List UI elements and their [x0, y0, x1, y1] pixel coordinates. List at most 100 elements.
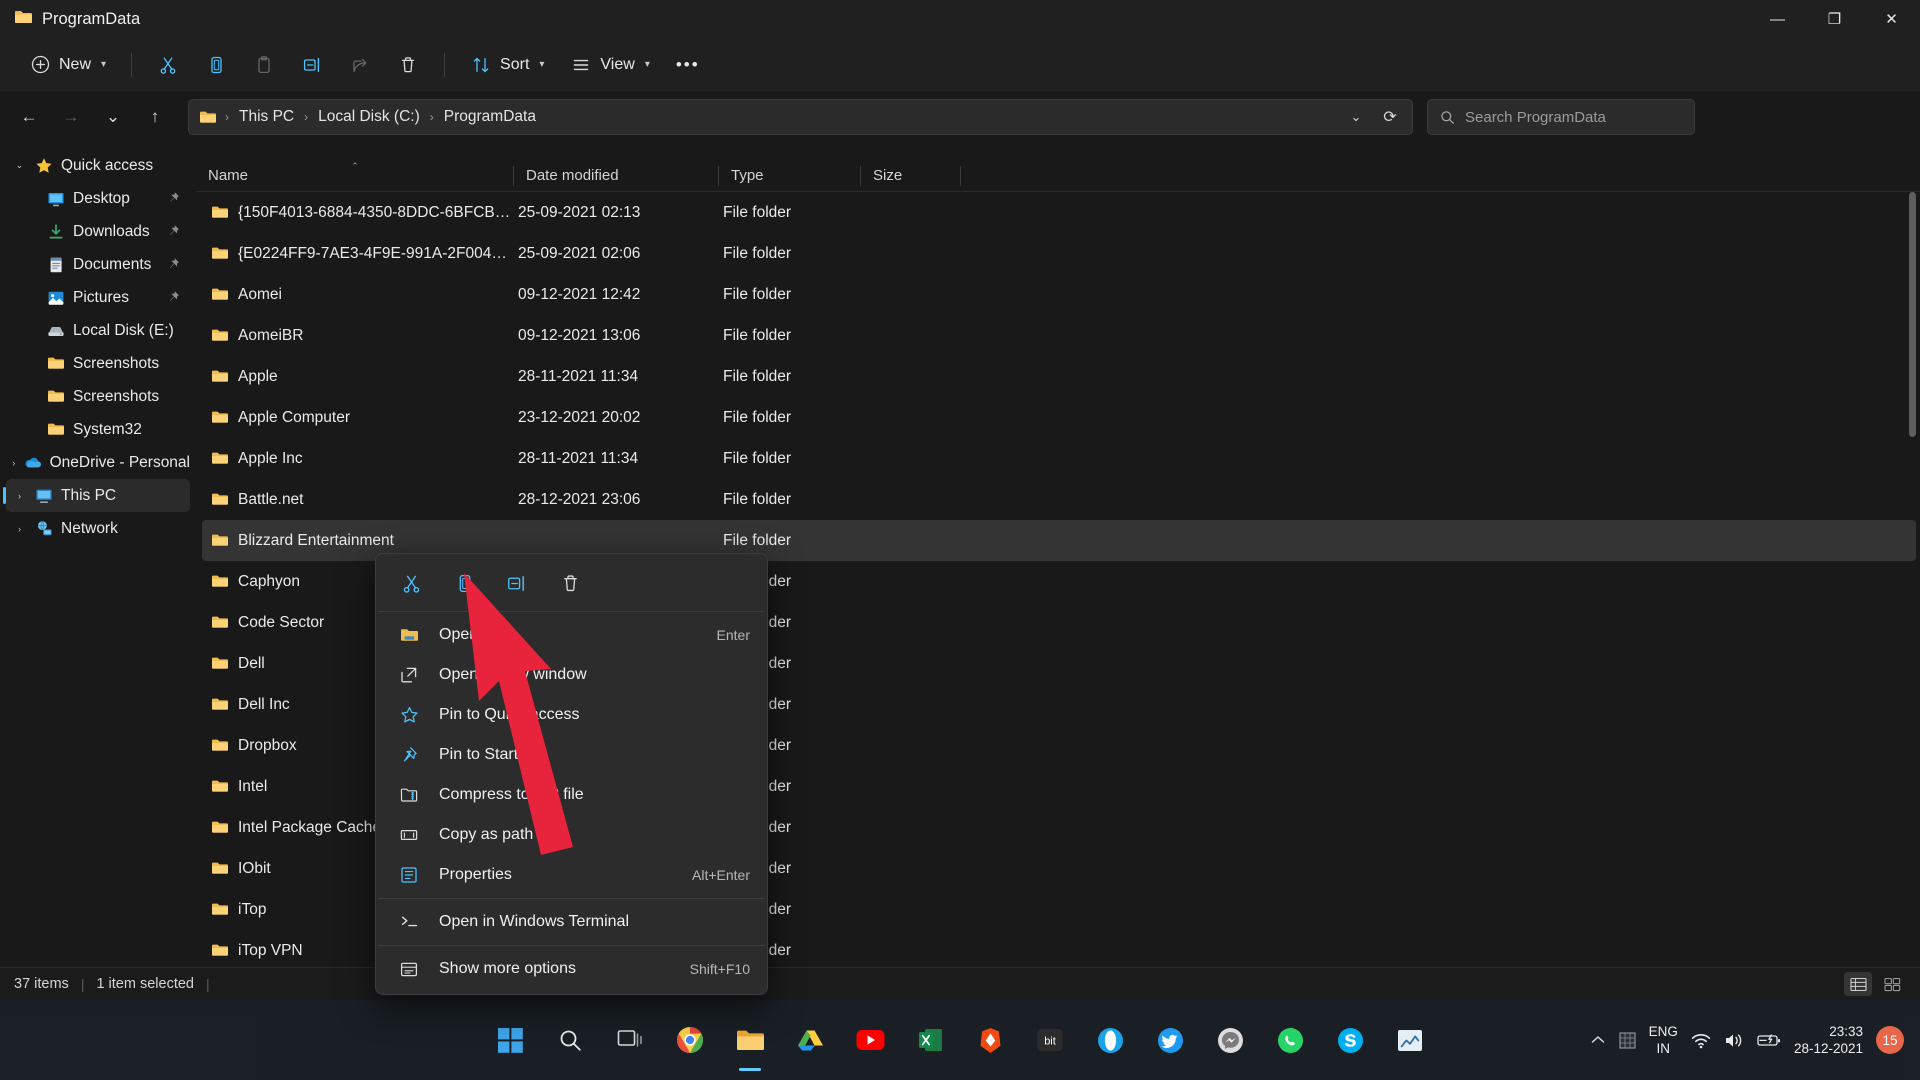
expand-arrow-icon[interactable]: › [12, 491, 27, 501]
file-explorer-icon[interactable] [725, 1015, 775, 1065]
folder-icon [199, 110, 217, 125]
address-dropdown-button[interactable]: ⌄ [1340, 102, 1372, 132]
context-copy-button[interactable] [439, 564, 489, 602]
sort-button[interactable]: Sort ▾ [459, 45, 555, 85]
address-bar[interactable]: › This PC › Local Disk (C:) › ProgramDat… [188, 99, 1413, 135]
sidebar-item-local-disk-e[interactable]: Local Disk (E:) [6, 314, 190, 347]
search-box[interactable]: Search ProgramData [1427, 99, 1695, 135]
table-row[interactable]: Battle.net 28-12-2021 23:06 File folder [202, 479, 1916, 520]
refresh-button[interactable]: ⟳ [1374, 102, 1406, 132]
drive-icon[interactable] [785, 1015, 835, 1065]
copy-button[interactable] [194, 45, 238, 85]
battery-icon[interactable] [1757, 1033, 1781, 1048]
context-menu-item-copy-as-path[interactable]: Copy as path [379, 815, 764, 855]
table-row[interactable]: AomeiBR 09-12-2021 13:06 File folder [202, 315, 1916, 356]
sidebar-item-this-pc[interactable]: › This PC [3, 479, 190, 512]
excel-icon[interactable] [905, 1015, 955, 1065]
messenger-icon[interactable] [1205, 1015, 1255, 1065]
scrollbar-thumb[interactable] [1909, 192, 1916, 437]
share-button[interactable] [338, 45, 382, 85]
table-row[interactable]: Apple Inc 28-11-2021 11:34 File folder [202, 438, 1916, 479]
table-row[interactable]: Apple Computer 23-12-2021 20:02 File folde… [202, 397, 1916, 438]
search-input[interactable]: Search ProgramData [1465, 109, 1606, 126]
maximize-button[interactable]: ❐ [1806, 0, 1863, 38]
table-row[interactable]: Aomei 09-12-2021 12:42 File folder [202, 274, 1916, 315]
volume-icon[interactable] [1724, 1032, 1744, 1049]
sidebar-item-screenshots[interactable]: Screenshots [6, 380, 190, 413]
type-cell: File folder [723, 244, 792, 262]
context-menu-item-open[interactable]: Open Enter [379, 615, 764, 655]
breadcrumb-item-programdata[interactable]: ProgramData [438, 104, 542, 130]
column-header-date-modified[interactable]: Date modified [514, 160, 719, 192]
context-delete-button[interactable] [545, 564, 595, 602]
delete-button[interactable] [386, 45, 430, 85]
clock[interactable]: 23:33 28-12-2021 [1794, 1023, 1863, 1057]
notification-badge[interactable]: 15 [1876, 1026, 1904, 1054]
view-button[interactable]: View ▾ [559, 45, 660, 85]
task-view-icon[interactable] [605, 1015, 655, 1065]
context-menu-item-label: Pin to Start [439, 746, 519, 763]
details-view-button[interactable] [1844, 972, 1872, 996]
start-icon[interactable] [485, 1015, 535, 1065]
up-button[interactable]: ↑ [136, 100, 174, 134]
context-menu-item-open-in-new-window[interactable]: Open in new window [379, 655, 764, 695]
expand-arrow-icon[interactable]: › [12, 524, 27, 534]
search-icon[interactable] [545, 1015, 595, 1065]
context-menu-item-pin-to-quick-access[interactable]: Pin to Quick access [379, 695, 764, 735]
column-header-size[interactable]: Size [861, 160, 961, 192]
sidebar-item-desktop[interactable]: Desktop [6, 182, 190, 215]
cut-button[interactable] [146, 45, 190, 85]
twitter-icon[interactable] [1145, 1015, 1195, 1065]
close-button[interactable]: ✕ [1863, 0, 1920, 38]
forward-button[interactable]: → [52, 100, 90, 134]
sidebar-item-quick-access[interactable]: ⌄ Quick access [6, 149, 190, 182]
back-button[interactable]: ← [10, 100, 48, 134]
sidebar-item-onedrive-personal[interactable]: › OneDrive - Personal [6, 446, 190, 479]
more-button[interactable]: ••• [665, 45, 711, 85]
sidebar-item-downloads[interactable]: Downloads [6, 215, 190, 248]
sidebar-item-documents[interactable]: Documents [6, 248, 190, 281]
context-cut-button[interactable] [386, 564, 436, 602]
table-row[interactable]: Apple 28-11-2021 11:34 File folder [202, 356, 1916, 397]
sidebar-item-system32[interactable]: System32 [6, 413, 190, 446]
column-header-type[interactable]: Type [719, 160, 861, 192]
chrome-icon[interactable] [665, 1015, 715, 1065]
recent-locations-button[interactable]: ⌄ [94, 100, 132, 134]
brave-icon[interactable] [965, 1015, 1015, 1065]
paste-button[interactable] [242, 45, 286, 85]
large-icons-view-button[interactable] [1878, 972, 1906, 996]
tray-expand-icon[interactable] [1590, 1034, 1606, 1046]
expand-arrow-icon[interactable]: ⌄ [12, 160, 27, 171]
language-indicator[interactable]: ENG IN [1649, 1023, 1678, 1057]
bit-icon[interactable]: bit [1025, 1015, 1075, 1065]
file-name: Apple Computer [238, 408, 351, 426]
minimize-button[interactable]: — [1749, 0, 1806, 38]
context-menu-item-show-more-options[interactable]: Show more options Shift+F10 [379, 949, 764, 989]
youtube-icon[interactable] [845, 1015, 895, 1065]
column-label-name: Name [208, 167, 249, 184]
rename-button[interactable] [290, 45, 334, 85]
wifi-icon[interactable] [1691, 1032, 1711, 1049]
new-button[interactable]: New ▾ [18, 45, 117, 85]
table-row[interactable]: {150F4013-6884-4350-8DDC-6BFCB4C5D… 25-09… [202, 192, 1916, 233]
context-menu-item-compress-to-zip-file[interactable]: Compress to ZIP file [379, 775, 764, 815]
context-menu-item-open-in-windows-terminal[interactable]: Open in Windows Terminal [379, 902, 764, 942]
sidebar-item-screenshots[interactable]: Screenshots [6, 347, 190, 380]
breadcrumb-item-this-pc[interactable]: This PC [233, 104, 300, 130]
context-menu-item-properties[interactable]: Properties Alt+Enter [379, 855, 764, 895]
context-menu-item-pin-to-start[interactable]: Pin to Start [379, 735, 764, 775]
sidebar-item-pictures[interactable]: Pictures [6, 281, 190, 314]
sidebar-item-network[interactable]: › Network [6, 512, 190, 545]
expand-arrow-icon[interactable]: › [12, 458, 16, 468]
chart-app-icon[interactable] [1385, 1015, 1435, 1065]
folder-icon [211, 861, 229, 876]
file-list-scrollbar[interactable] [1906, 192, 1918, 998]
skype-icon[interactable] [1325, 1015, 1375, 1065]
tray-grid-icon[interactable] [1619, 1031, 1636, 1049]
column-header-name[interactable]: ⌃ Name [196, 160, 514, 192]
whatsapp-icon[interactable] [1265, 1015, 1315, 1065]
breadcrumb-item-local-disk-c[interactable]: Local Disk (C:) [312, 104, 426, 130]
context-rename-button[interactable] [492, 564, 542, 602]
opera-icon[interactable] [1085, 1015, 1135, 1065]
table-row[interactable]: {E0224FF9-7AE3-4F9E-991A-2F004F7E39… 25-0… [202, 233, 1916, 274]
